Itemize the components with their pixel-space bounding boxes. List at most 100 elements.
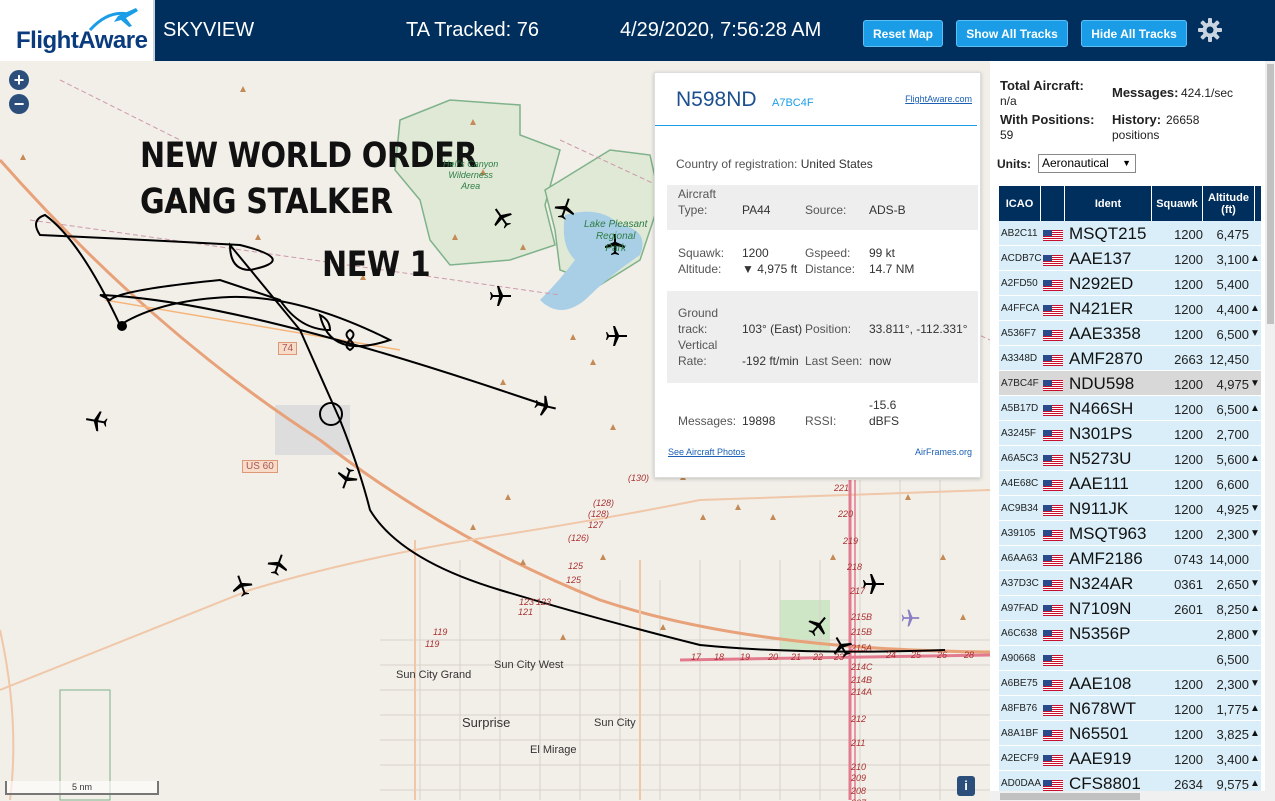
hide-all-tracks-button[interactable]: Hide All Tracks [1081, 20, 1187, 47]
row-squawk: 1200 [1174, 677, 1203, 692]
with-positions-label: With Positions: [1000, 112, 1095, 127]
squawk-value: 1200 [742, 246, 769, 260]
row-ident: N65501 [1069, 724, 1129, 743]
table-row[interactable]: A4FFCA N421ER 1200 4,400 ▲ [999, 296, 1261, 321]
road-number: 125 [568, 561, 584, 571]
table-row[interactable]: A6A5C3 N5273U 1200 5,600 ▲ [999, 446, 1261, 471]
row-squawk: 1200 [1174, 227, 1203, 242]
units-select[interactable]: Aeronautical [1038, 154, 1136, 173]
track-value: 103° (East) [742, 322, 803, 336]
aircraft-icon[interactable] [335, 466, 359, 490]
aircraft-icon[interactable] [488, 284, 512, 308]
table-row[interactable]: A536F7 AAE3358 1200 6,500 ▼ [999, 321, 1261, 346]
aircraft-icon[interactable] [230, 574, 254, 598]
messages-value: 19898 [742, 414, 776, 428]
col-altitude[interactable]: Altitude (ft) [1203, 186, 1255, 221]
row-altitude-trend: ▼ [1250, 503, 1260, 514]
us-flag-icon [1043, 453, 1063, 466]
horizontal-scroll-thumb[interactable] [1000, 793, 1140, 800]
table-header: ICAO Ident Squawk Altitude (ft) [999, 186, 1261, 221]
row-ident: AMF2870 [1069, 349, 1143, 368]
aircraft-icon[interactable] [490, 206, 514, 230]
row-icao: AD0DAA [1001, 778, 1042, 789]
type-label-1: Aircraft [678, 187, 717, 201]
road-number: 123 [519, 597, 535, 607]
selected-aircraft-icon[interactable] [533, 394, 557, 418]
table-row[interactable]: A6C638 N5356P 2,800 ▼ [999, 621, 1261, 646]
table-row[interactable]: A37D3C N324AR 0361 2,650 ▼ [999, 571, 1261, 596]
table-row[interactable]: A90668 6,500 [999, 646, 1261, 671]
country-value: United States [800, 157, 873, 171]
row-ident: N292ED [1069, 274, 1134, 293]
road-number: 211 [851, 738, 866, 748]
aircraft-icon[interactable] [553, 197, 577, 221]
table-row[interactable]: A2ECF9 AAE919 1200 3,400 ▲ [999, 746, 1261, 771]
road-number: 21 [791, 652, 802, 662]
table-row[interactable]: A7BC4F NDU598 1200 4,975 ▼ [999, 371, 1261, 396]
road-number: (126) [568, 533, 590, 543]
table-row[interactable]: AC9B34 N911JK 1200 4,925 ▼ [999, 496, 1261, 521]
col-ident[interactable]: Ident [1065, 186, 1152, 221]
settings-gear-icon[interactable] [1197, 17, 1223, 43]
gspeed-label: Gspeed: [805, 246, 851, 260]
table-row[interactable]: A4E68C AAE111 1200 6,600 [999, 471, 1261, 496]
road-number: 214B [851, 675, 873, 685]
road-number: 221 [834, 483, 850, 493]
sun-city-grand-label: Sun City Grand [396, 669, 472, 681]
road-number: 219 [843, 536, 859, 546]
zoom-in-button[interactable]: + [9, 70, 29, 90]
reset-map-button[interactable]: Reset Map [863, 20, 943, 47]
row-altitude: 6,500 [1216, 402, 1249, 417]
overlay-text-line-3: NEW 1 [322, 245, 431, 285]
aircraft-icon[interactable] [266, 553, 290, 577]
row-altitude-trend: ▲ [1250, 703, 1260, 714]
row-altitude: 12,450 [1209, 352, 1249, 367]
row-altitude: 4,400 [1216, 302, 1249, 317]
us-flag-icon [1043, 478, 1063, 491]
row-squawk: 2601 [1174, 602, 1203, 617]
row-ident: AAE108 [1069, 674, 1132, 693]
rssi-unit: dBFS [869, 414, 900, 428]
us-flag-icon [1043, 578, 1063, 591]
row-ident: N5356P [1069, 624, 1131, 643]
table-row[interactable]: A2FD50 N292ED 1200 5,400 [999, 271, 1261, 296]
row-ident: AAE111 [1069, 474, 1129, 493]
row-altitude: 4,925 [1216, 502, 1249, 517]
row-squawk: 2634 [1174, 777, 1203, 792]
flightaware-logo[interactable]: FlightAware [0, 0, 155, 61]
row-altitude: 2,300 [1216, 527, 1249, 542]
table-row[interactable]: A6BE75 AAE108 1200 2,300 ▼ [999, 671, 1261, 696]
table-row[interactable]: A6AA63 AMF2186 0743 14,000 [999, 546, 1261, 571]
row-squawk: 1200 [1174, 727, 1203, 742]
table-row[interactable]: A5B17D N466SH 1200 6,500 ▲ [999, 396, 1261, 421]
zoom-out-button[interactable]: − [9, 94, 29, 114]
show-all-tracks-button[interactable]: Show All Tracks [956, 20, 1068, 47]
road-number: 209 [851, 773, 867, 783]
map-info-button[interactable]: i [957, 776, 975, 796]
aircraft-icon[interactable] [604, 324, 628, 348]
row-squawk: 1200 [1174, 277, 1203, 292]
row-squawk: 1200 [1174, 752, 1203, 767]
route74-shield: 74 [278, 342, 298, 355]
col-squawk[interactable]: Squawk [1152, 186, 1203, 221]
table-row[interactable]: AB2C11 MSQT215 1200 6,475 [999, 221, 1261, 246]
table-row[interactable]: A3245F N301PS 1200 2,700 [999, 421, 1261, 446]
table-row[interactable]: A39105 MSQT963 1200 2,300 ▼ [999, 521, 1261, 546]
flightaware-link[interactable]: FlightAware.com [905, 94, 972, 104]
aircraft-photos-link[interactable]: See Aircraft Photos [668, 447, 745, 457]
aircraft-icon[interactable] [85, 409, 109, 433]
us-flag-icon [1043, 428, 1063, 441]
airframes-link[interactable]: AirFrames.org [915, 447, 972, 457]
row-altitude-trend: ▲ [1250, 778, 1260, 789]
col-icao[interactable]: ICAO [999, 186, 1041, 221]
row-altitude: 5,600 [1216, 452, 1249, 467]
table-row[interactable]: ACDB7C AAE137 1200 3,100 ▲ [999, 246, 1261, 271]
table-row[interactable]: A3348D AMF2870 2663 12,450 [999, 346, 1261, 371]
table-row[interactable]: A97FAD N7109N 2601 8,250 ▲ [999, 596, 1261, 621]
row-icao: A6AA63 [1001, 553, 1038, 564]
aircraft-icon[interactable] [806, 614, 830, 638]
table-row[interactable]: A8FB76 N678WT 1200 1,775 ▲ [999, 696, 1261, 721]
vertical-scroll-thumb[interactable] [1267, 64, 1274, 324]
table-row[interactable]: A8A1BF N65501 1200 3,825 ▲ [999, 721, 1261, 746]
current-datetime: 4/29/2020, 7:56:28 AM [620, 19, 822, 41]
